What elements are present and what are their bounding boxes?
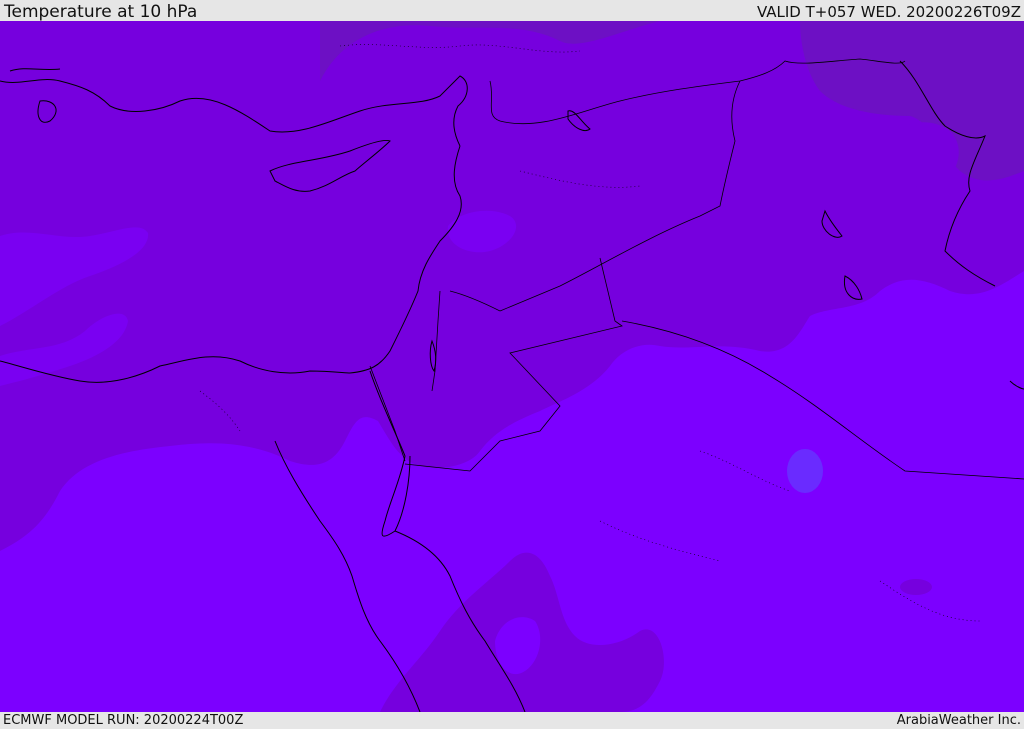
footer-bar: ECMWF MODEL RUN: 20200224T00Z ArabiaWeat… [0,712,1024,729]
valid-time: VALID T+057 WED. 20200226T09Z [756,3,1021,21]
map-canvas [0,21,1024,712]
credit-label: ArabiaWeather Inc. [896,713,1021,728]
model-run-label: ECMWF MODEL RUN: 20200224T00Z [3,713,244,728]
header-bar: Temperature at 10 hPa VALID T+057 WED. 2… [0,0,1024,21]
temperature-spot-light [787,449,823,493]
weather-map[interactable] [0,21,1024,712]
temperature-spot-dark [900,579,932,595]
map-title: Temperature at 10 hPa [4,2,198,22]
